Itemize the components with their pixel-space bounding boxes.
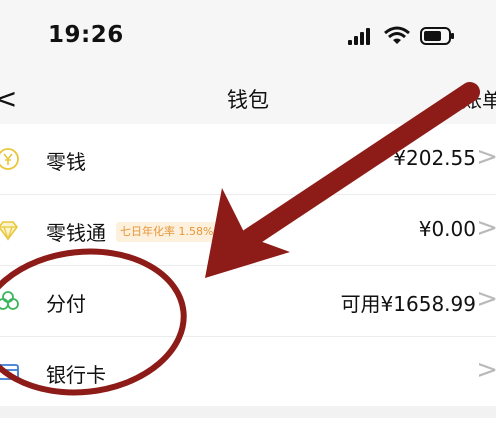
page-title: 钱包 xyxy=(227,88,269,112)
status-icons xyxy=(348,26,456,46)
row-value: ¥202.55 xyxy=(393,146,476,170)
chevron-right-icon: > xyxy=(476,355,496,385)
row-value: ¥0.00 xyxy=(418,217,476,241)
yield-badge: 七日年化率 1.58% xyxy=(116,222,218,242)
bill-button[interactable]: 账单 xyxy=(462,84,496,113)
wallet-list: 零钱 ¥202.55 > 零钱通 七日年化率 1.58% ¥0.00 > 分付 … xyxy=(0,124,496,409)
status-time: 19:26 xyxy=(48,22,124,48)
row-value: 可用¥1658.99 xyxy=(340,292,476,316)
wallet-row-licaitong[interactable]: 零钱通 七日年化率 1.58% ¥0.00 > xyxy=(0,195,496,266)
wallet-row-change[interactable]: 零钱 ¥202.55 > xyxy=(0,124,496,195)
cellular-signal-icon xyxy=(348,28,370,45)
nav-bar: < 钱包 账单 xyxy=(0,72,496,124)
installment-icon xyxy=(0,291,19,310)
yuan-coin-icon xyxy=(0,148,19,170)
chevron-right-icon: > xyxy=(476,213,496,243)
row-label: 分付 xyxy=(46,292,86,316)
wallet-row-bank-card[interactable]: 银行卡 > xyxy=(0,337,496,409)
row-label: 零钱 xyxy=(46,150,86,174)
row-label: 零钱通 xyxy=(46,221,106,245)
chevron-right-icon: > xyxy=(476,284,496,314)
status-bar: 19:26 xyxy=(0,0,496,72)
battery-icon xyxy=(420,27,454,45)
next-section-card xyxy=(0,418,496,439)
bank-card-icon xyxy=(0,364,19,380)
diamond-icon xyxy=(0,221,19,241)
wifi-icon xyxy=(384,26,410,44)
wallet-row-fenfu[interactable]: 分付 可用¥1658.99 > xyxy=(0,266,496,337)
row-label: 银行卡 xyxy=(46,363,106,387)
chevron-right-icon: > xyxy=(476,142,496,172)
